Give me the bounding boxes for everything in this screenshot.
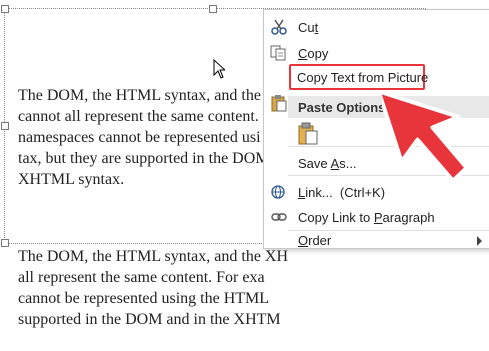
- red-pointer-arrow-icon: [382, 89, 469, 183]
- text-line: XHTML syntax.: [18, 171, 125, 188]
- menu-item-cut[interactable]: Cut: [264, 15, 489, 39]
- paste-keep-picture-icon[interactable]: [297, 122, 319, 146]
- text-line: all represent the same content. For exa: [18, 269, 265, 286]
- copy-icon: [270, 45, 286, 61]
- text-line: supported in the DOM and in the XHTM: [18, 311, 281, 328]
- menu-item-copy[interactable]: Copy: [264, 41, 489, 65]
- menu-item-label: Link... (Ctrl+K): [298, 185, 386, 200]
- menu-item-order[interactable]: Order: [264, 224, 489, 248]
- scissors-icon: [271, 19, 287, 35]
- text-line: The DOM, the HTML syntax, and the XH: [18, 248, 289, 265]
- link-globe-icon: [271, 185, 285, 199]
- paste-icon: [271, 95, 287, 112]
- text-line: The DOM, the HTML syntax, and the: [18, 87, 261, 104]
- picture-text: The DOM, the HTML syntax, and the cannot…: [18, 22, 288, 351]
- link-chain-icon: [271, 213, 287, 221]
- paragraph-2: The DOM, the HTML syntax, and the XH all…: [18, 246, 288, 330]
- menu-item-label: Order: [298, 233, 332, 248]
- resize-handle-middle-left[interactable]: [1, 122, 9, 130]
- text-line: namespaces cannot be represented usi: [18, 129, 261, 146]
- section-header-label: Paste Options:: [298, 100, 390, 115]
- menu-item-label: Cut: [298, 20, 319, 35]
- mouse-cursor-icon: [213, 59, 225, 79]
- paragraph-1: The DOM, the HTML syntax, and the cannot…: [18, 64, 288, 190]
- resize-handle-top-middle[interactable]: [209, 5, 217, 13]
- text-line: cannot be represented using the HTML: [18, 290, 270, 307]
- resize-handle-top-left[interactable]: [1, 5, 9, 13]
- menu-item-label: Save As...: [298, 156, 357, 171]
- text-line: tax, but they are supported in the DOM: [18, 150, 270, 167]
- text-line: cannot all represent the same content.: [18, 108, 259, 125]
- submenu-arrow-icon: [477, 236, 482, 246]
- resize-handle-bottom-left[interactable]: [1, 239, 9, 247]
- menu-item-label: Copy: [298, 46, 329, 61]
- menu-item-label: Copy Link to Paragraph: [298, 210, 435, 225]
